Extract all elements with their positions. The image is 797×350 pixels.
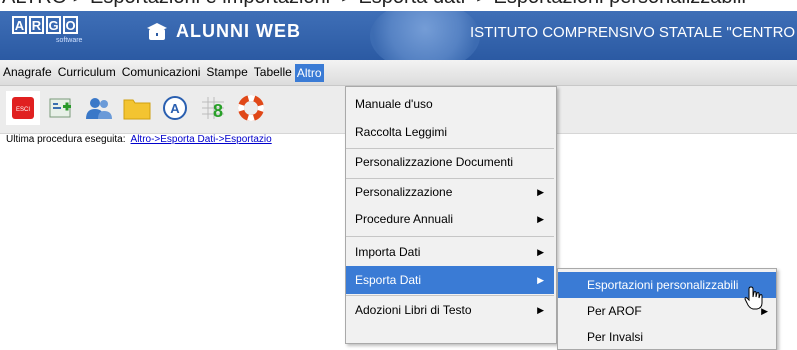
logo-letter: G [46, 16, 61, 34]
menu-item-leggimi[interactable]: Raccolta Leggimi [346, 118, 554, 146]
school-name: ISTITUTO COMPRENSIVO STATALE "CENTRO [470, 24, 796, 41]
menu-altro[interactable]: Altro [294, 63, 324, 82]
menu-tabelle[interactable]: Tabelle [251, 60, 295, 85]
header-banner: A R G O software ALUNNI WEB ISTITUTO COM… [0, 11, 797, 60]
menu-item-esporta-dati[interactable]: Esporta Dati ▶ [346, 266, 554, 294]
graduation-cap-icon [147, 22, 167, 40]
grid-8-icon: 8 [202, 97, 224, 121]
globe-decoration [370, 11, 480, 60]
submenu-arrow-icon: ▶ [537, 305, 544, 315]
menu-item-manuale[interactable]: Manuale d'uso [346, 90, 554, 118]
submenu-arrow-icon: ▶ [537, 275, 544, 285]
letter-a-button[interactable]: A [158, 91, 192, 125]
last-procedure-label: Ultima procedura eseguita: [6, 134, 126, 145]
menu-stampe[interactable]: Stampe [203, 60, 250, 85]
esci-label: ESCI [16, 107, 30, 113]
menu-item-personalizzazione-documenti[interactable]: Personalizzazione Documenti [346, 148, 554, 176]
altro-dropdown-menu: Manuale d'uso Raccolta Leggimi Personali… [345, 86, 557, 344]
logo-subtitle: software [56, 37, 83, 44]
lifebuoy-icon [238, 95, 264, 121]
logo-letter: R [29, 16, 44, 34]
hand-cursor-icon [744, 286, 763, 310]
add-student-icon [49, 98, 71, 118]
menu-comunicazioni[interactable]: Comunicazioni [119, 60, 204, 85]
submenu-arrow-icon: ▶ [537, 214, 544, 224]
menu-item-personalizzazione[interactable]: Personalizzazione ▶ [346, 178, 554, 206]
add-student-button[interactable] [44, 91, 78, 125]
product-name: ALUNNI WEB [176, 21, 301, 41]
caption-text: ALTRO > Esportazioni e importazioni > Es… [2, 0, 746, 9]
folder-icon [123, 99, 151, 120]
folder-button[interactable] [120, 91, 154, 125]
last-procedure-link[interactable]: Altro->Esporta Dati->Esportazio [131, 134, 272, 145]
svg-text:A: A [170, 101, 180, 116]
menu-item-procedure-annuali[interactable]: Procedure Annuali ▶ [346, 205, 554, 233]
exit-button[interactable]: ESCI [6, 91, 40, 125]
menu-item-adozioni-libri[interactable]: Adozioni Libri di Testo ▶ [346, 296, 554, 324]
logo-letter: A [12, 16, 27, 34]
submenu-arrow-icon: ▶ [537, 247, 544, 257]
menubar: Anagrafe Curriculum Comunicazioni Stampe… [0, 60, 797, 86]
product-title: ALUNNI WEB [146, 21, 301, 42]
exit-icon: ESCI [12, 97, 34, 119]
separator [346, 236, 554, 237]
users-button[interactable] [82, 91, 116, 125]
argo-logo: A R G O [12, 16, 78, 34]
users-icon [86, 98, 112, 119]
menu-item-importa-dati[interactable]: Importa Dati ▶ [346, 238, 554, 266]
menu-anagrafe[interactable]: Anagrafe [0, 60, 55, 85]
logo-letter: O [63, 16, 78, 34]
submenu-arrow-icon: ▶ [537, 187, 544, 197]
svg-text:8: 8 [213, 101, 223, 121]
letter-a-icon: A [163, 96, 187, 120]
submenu-item-per-invalsi[interactable]: Per Invalsi [558, 324, 776, 350]
lifebuoy-button[interactable] [234, 91, 268, 125]
last-procedure: Ultima procedura eseguita: Altro->Esport… [6, 134, 272, 145]
menu-curriculum[interactable]: Curriculum [55, 60, 119, 85]
grid-8-button[interactable]: 8 [196, 91, 230, 125]
